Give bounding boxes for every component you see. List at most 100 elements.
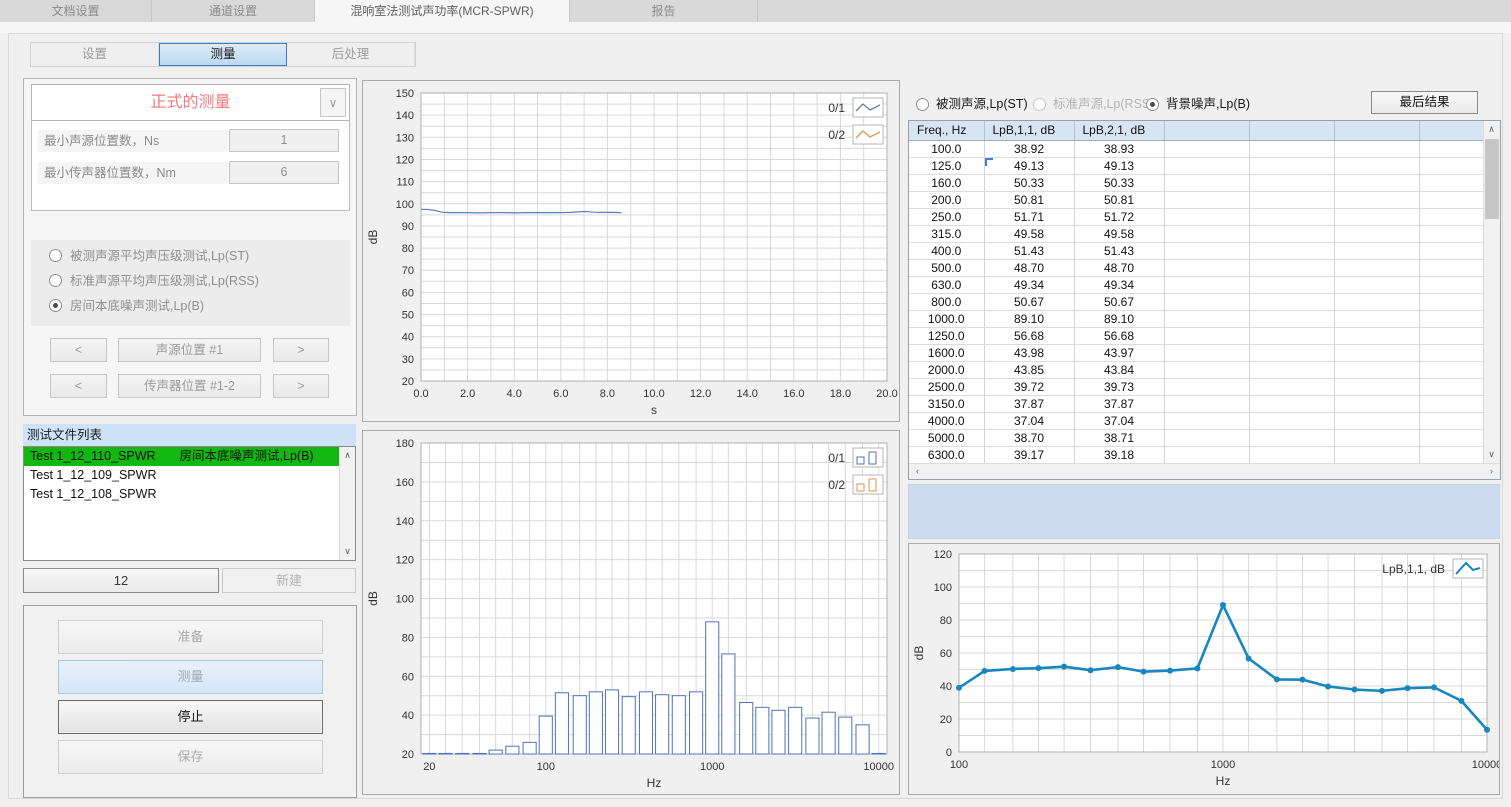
table-row[interactable]: 5000.038.7038.71: [909, 429, 1483, 446]
table-cell[interactable]: 1000.0: [909, 310, 984, 327]
source-position-button[interactable]: 声源位置 #1: [118, 338, 261, 362]
table-cell[interactable]: 43.98: [984, 344, 1074, 361]
table-cell[interactable]: 50.67: [984, 293, 1074, 310]
table-cell[interactable]: 49.34: [984, 276, 1074, 293]
table-cell[interactable]: [1249, 259, 1334, 276]
position-prev-button[interactable]: <: [50, 338, 107, 362]
table-cell[interactable]: 37.87: [984, 395, 1074, 412]
table-cell[interactable]: 49.13: [1074, 157, 1164, 174]
param-value-field[interactable]: 6: [229, 161, 339, 184]
table-cell[interactable]: [1334, 378, 1419, 395]
table-cell[interactable]: [1334, 242, 1419, 259]
radio-icon[interactable]: [1033, 98, 1046, 111]
radio-icon[interactable]: [1146, 98, 1159, 111]
table-row[interactable]: 630.049.3449.34: [909, 276, 1483, 293]
table-cell[interactable]: [1419, 293, 1483, 310]
table-cell[interactable]: 48.70: [984, 259, 1074, 276]
table-cell[interactable]: 51.43: [984, 242, 1074, 259]
radio-icon[interactable]: [49, 249, 62, 262]
table-row[interactable]: 6300.039.1739.18: [909, 446, 1483, 463]
table-cell[interactable]: [1164, 327, 1249, 344]
scroll-left-icon[interactable]: ‹: [910, 464, 925, 479]
radio-icon[interactable]: [49, 274, 62, 287]
table-cell[interactable]: 49.34: [1074, 276, 1164, 293]
table-cell[interactable]: [1249, 446, 1334, 463]
table-cell[interactable]: [1334, 276, 1419, 293]
table-row[interactable]: 3150.037.8737.87: [909, 395, 1483, 412]
table-cell[interactable]: [1249, 361, 1334, 378]
table-cell[interactable]: 200.0: [909, 191, 984, 208]
main-tab-2[interactable]: 通道设置: [152, 0, 315, 22]
table-cell[interactable]: 2000.0: [909, 361, 984, 378]
scroll-down-icon[interactable]: ∨: [340, 544, 355, 559]
table-cell[interactable]: [1334, 327, 1419, 344]
table-cell[interactable]: 6300.0: [909, 446, 984, 463]
table-cell[interactable]: 1250.0: [909, 327, 984, 344]
test-type-option[interactable]: 被测声源平均声压级测试,Lp(ST): [31, 240, 350, 265]
table-cell[interactable]: 38.92: [984, 140, 1074, 157]
table-cell[interactable]: [1419, 327, 1483, 344]
table-cell[interactable]: 37.87: [1074, 395, 1164, 412]
list-item[interactable]: Test 1_12_109_SPWR: [24, 466, 339, 485]
measurement-mode-dropdown[interactable]: 正式的测量 ∨: [31, 84, 350, 121]
table-cell[interactable]: 37.04: [984, 412, 1074, 429]
table-cell[interactable]: [1334, 140, 1419, 157]
table-row[interactable]: 1600.043.9843.97: [909, 344, 1483, 361]
table-cell[interactable]: [1334, 429, 1419, 446]
table-row[interactable]: 160.050.3350.33: [909, 174, 1483, 191]
table-cell[interactable]: 56.68: [984, 327, 1074, 344]
table-cell[interactable]: 4000.0: [909, 412, 984, 429]
table-cell[interactable]: [1249, 327, 1334, 344]
table-cell[interactable]: [1419, 378, 1483, 395]
table-cell[interactable]: 49.13: [984, 157, 1074, 174]
table-cell[interactable]: [1164, 293, 1249, 310]
table-cell[interactable]: [1249, 242, 1334, 259]
table-cell[interactable]: [1334, 344, 1419, 361]
table-cell[interactable]: [1419, 310, 1483, 327]
table-cell[interactable]: [1419, 344, 1483, 361]
table-cell[interactable]: [1164, 242, 1249, 259]
table-cell[interactable]: 89.10: [984, 310, 1074, 327]
new-test-button[interactable]: 新建: [222, 568, 356, 593]
table-cell[interactable]: [1164, 395, 1249, 412]
table-cell[interactable]: 43.85: [984, 361, 1074, 378]
scroll-up-icon[interactable]: ∧: [340, 448, 355, 463]
table-cell[interactable]: [1249, 208, 1334, 225]
table-cell[interactable]: 39.72: [984, 378, 1074, 395]
table-cell[interactable]: 49.58: [984, 225, 1074, 242]
table-cell[interactable]: [1249, 395, 1334, 412]
table-cell[interactable]: [1249, 378, 1334, 395]
table-row[interactable]: 500.048.7048.70: [909, 259, 1483, 276]
table-cell[interactable]: [1419, 140, 1483, 157]
table-cell[interactable]: [1334, 395, 1419, 412]
table-cell[interactable]: [1249, 157, 1334, 174]
action-button-1[interactable]: 准备: [58, 620, 323, 654]
table-cell[interactable]: [1164, 259, 1249, 276]
action-button-3[interactable]: 停止: [58, 700, 323, 734]
file-list-scrollbar[interactable]: ∧ ∨: [339, 447, 355, 560]
table-row[interactable]: 400.051.4351.43: [909, 242, 1483, 259]
table-cell[interactable]: [1249, 344, 1334, 361]
table-cell[interactable]: 38.70: [984, 429, 1074, 446]
table-cell[interactable]: [1249, 140, 1334, 157]
table-cell[interactable]: [1164, 157, 1249, 174]
table-cell[interactable]: 315.0: [909, 225, 984, 242]
table-cell[interactable]: 160.0: [909, 174, 984, 191]
table-cell[interactable]: 39.17: [984, 446, 1074, 463]
table-row[interactable]: 4000.037.0437.04: [909, 412, 1483, 429]
table-row[interactable]: 2000.043.8543.84: [909, 361, 1483, 378]
table-cell[interactable]: [1249, 276, 1334, 293]
action-button-2[interactable]: 测量: [58, 660, 323, 694]
table-cell[interactable]: 125.0: [909, 157, 984, 174]
table-cell[interactable]: [1249, 293, 1334, 310]
table-cell[interactable]: [1249, 174, 1334, 191]
table-cell[interactable]: [1334, 446, 1419, 463]
table-cell[interactable]: [1249, 412, 1334, 429]
table-row[interactable]: 100.038.9238.93: [909, 140, 1483, 157]
table-cell[interactable]: 51.71: [984, 208, 1074, 225]
table-cell[interactable]: 49.58: [1074, 225, 1164, 242]
table-cell[interactable]: 1600.0: [909, 344, 984, 361]
table-cell[interactable]: [1164, 361, 1249, 378]
scroll-up-icon[interactable]: ∧: [1484, 122, 1499, 137]
test-type-option[interactable]: 标准声源平均声压级测试,Lp(RSS): [31, 265, 350, 290]
